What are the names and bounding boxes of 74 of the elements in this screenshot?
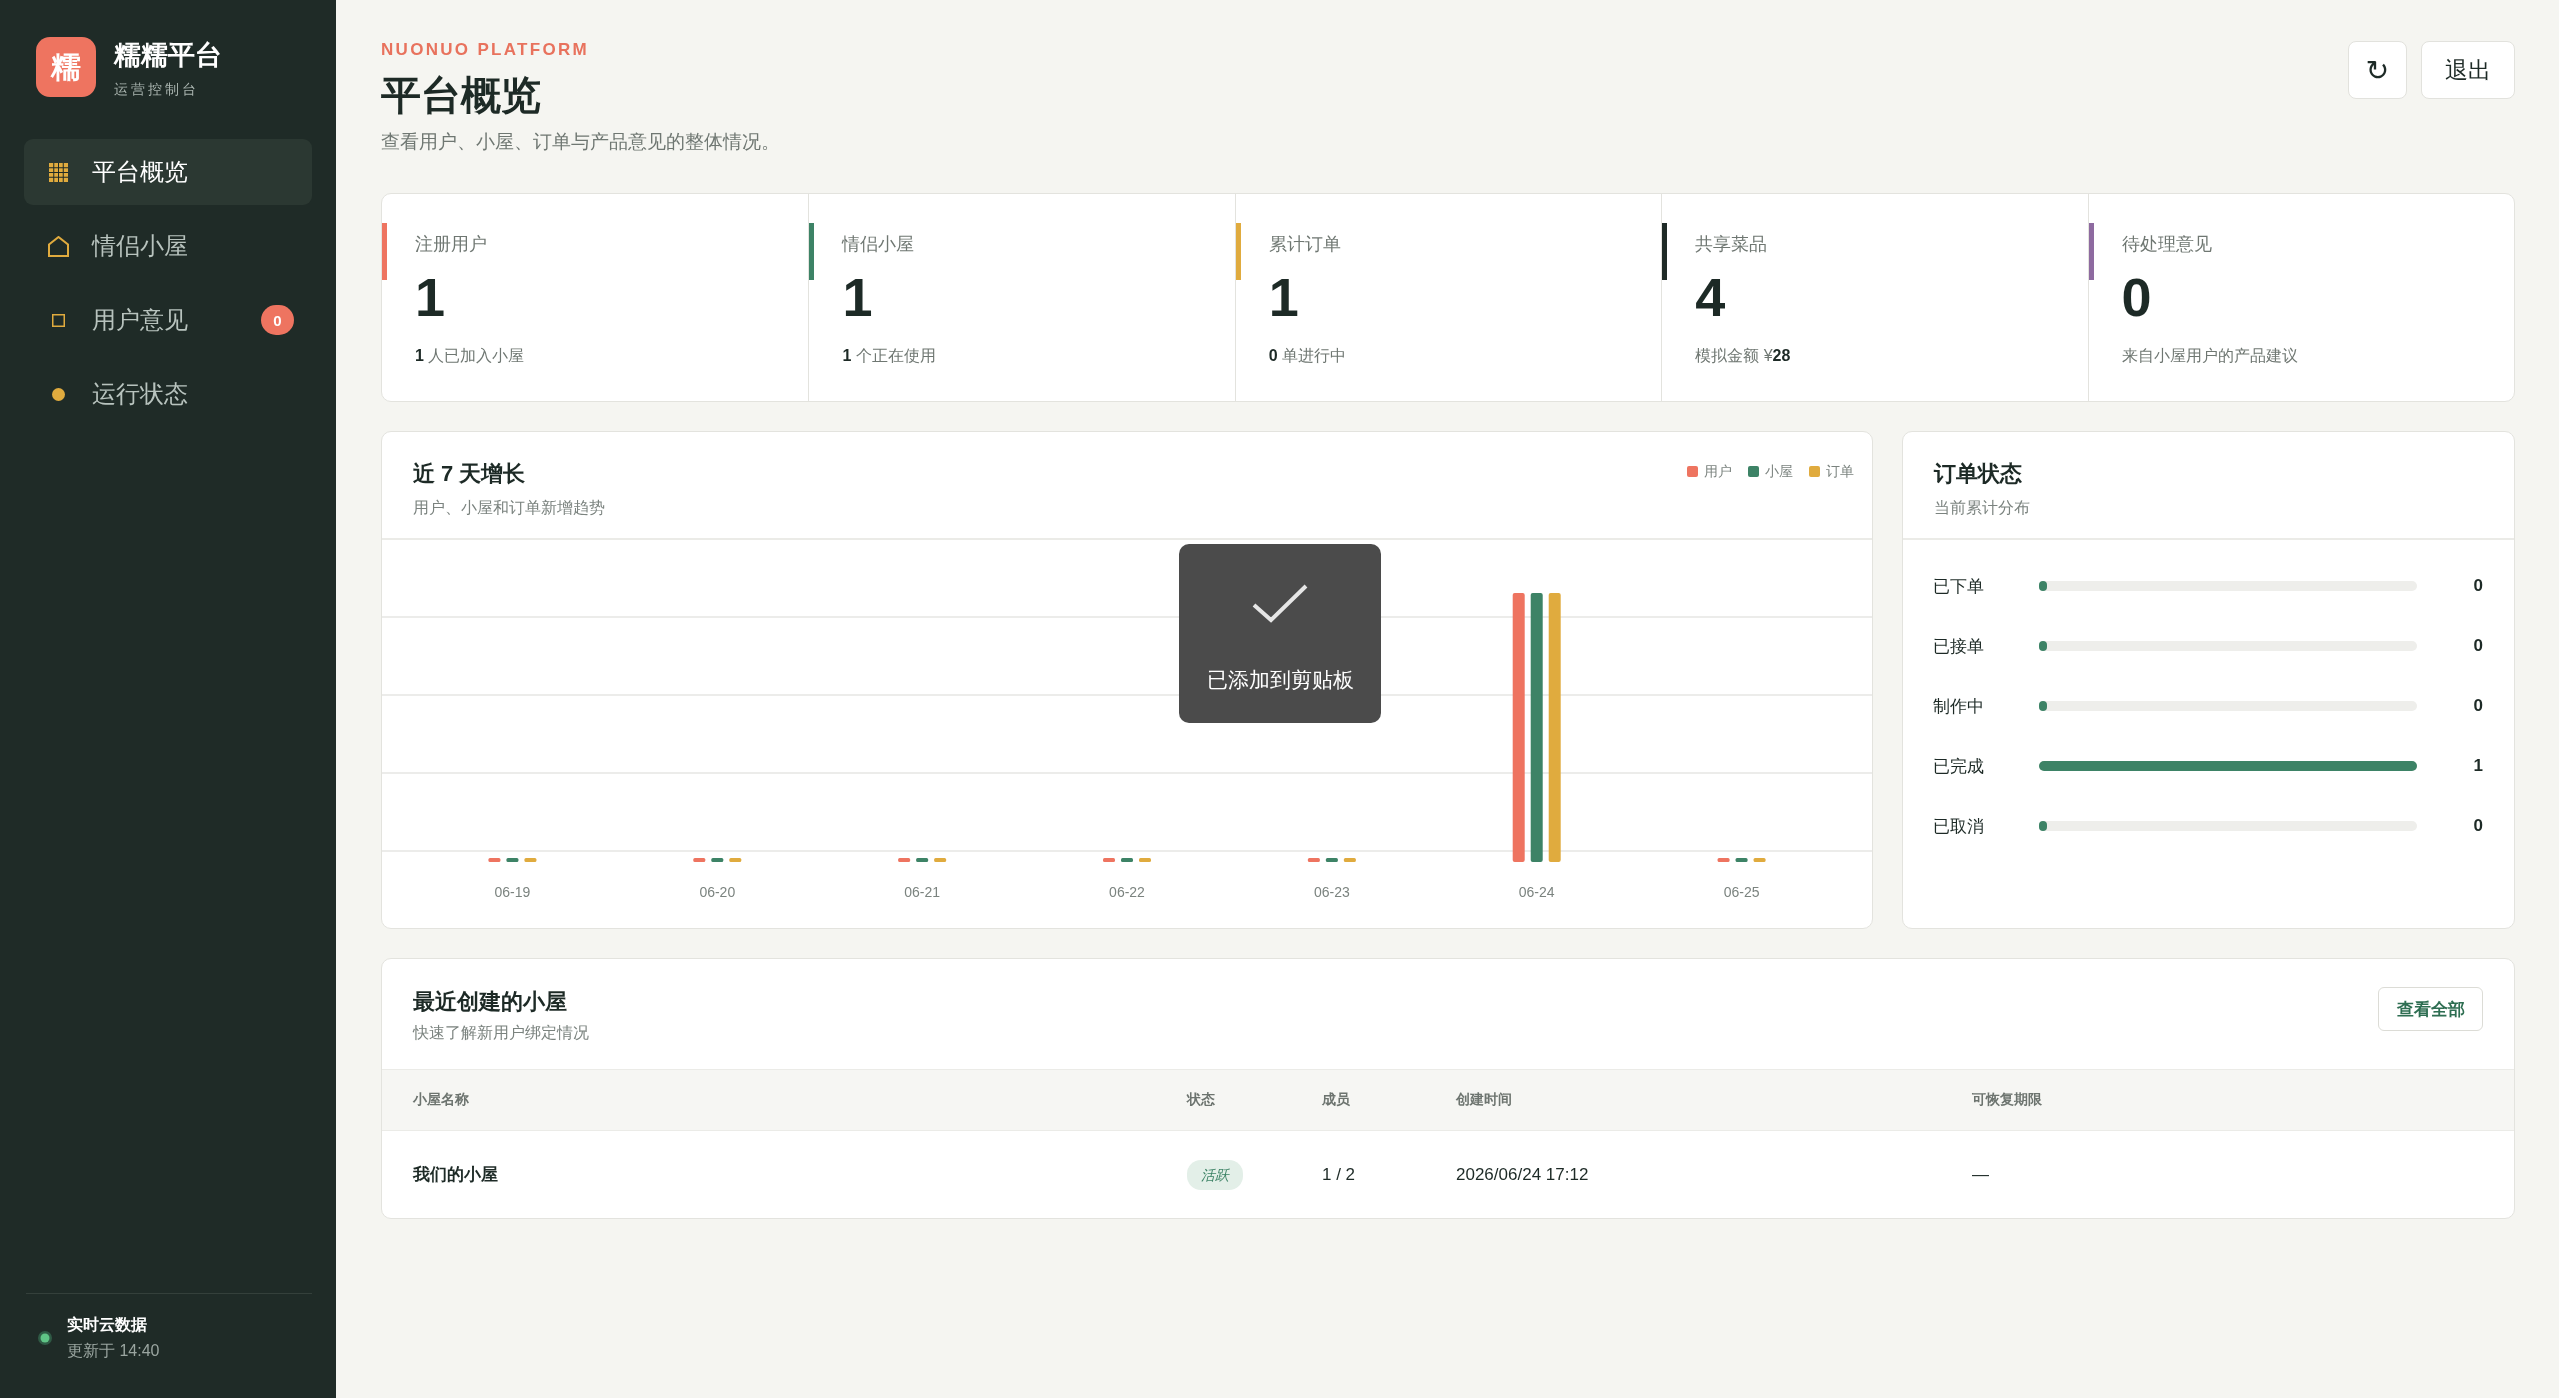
status-count: 0 xyxy=(2472,816,2483,836)
check-icon xyxy=(1252,583,1308,623)
status-tag: 活跃 xyxy=(1187,1159,1243,1190)
status-label: 已完成 xyxy=(1933,755,1985,778)
column-header: 成员 xyxy=(1322,1091,1350,1109)
status-dot-icon xyxy=(38,1331,52,1345)
status-updated: 更新于 14:40 xyxy=(67,1341,160,1361)
table-cell: 2026/06/24 17:12 xyxy=(1456,1164,1589,1185)
page-title: 平台概览 xyxy=(381,72,541,119)
stat-value: 4 xyxy=(1695,267,1726,327)
axis-label: 06-20 xyxy=(699,884,736,900)
stat-note: 来自小屋用户的产品建议 xyxy=(2121,346,2298,366)
brand-subtitle: 运营控制台 xyxy=(114,80,199,99)
dot-icon xyxy=(52,387,65,401)
house-icon xyxy=(48,235,69,257)
status-count: 0 xyxy=(2472,636,2483,656)
card-title: 近 7 天增长 xyxy=(413,460,526,488)
axis-label: 06-25 xyxy=(1723,884,1760,900)
app-logo: 糯 xyxy=(36,37,96,97)
logout-button[interactable]: 退出 xyxy=(2421,41,2515,99)
legend-label: 小屋 xyxy=(1765,462,1793,481)
axis-label: 06-23 xyxy=(1313,884,1350,900)
card-title: 最近创建的小屋 xyxy=(413,988,567,1016)
nav-item[interactable]: 运行状态 xyxy=(24,361,312,427)
status-title: 实时云数据 xyxy=(67,1315,148,1335)
column-header: 小屋名称 xyxy=(413,1091,469,1109)
column-header: 创建时间 xyxy=(1456,1091,1512,1109)
card-subtitle: 用户、小屋和订单新增趋势 xyxy=(413,498,605,518)
stat-label: 共享菜品 xyxy=(1695,233,1768,256)
column-header: 可恢复期限 xyxy=(1972,1091,2042,1109)
axis-label: 06-24 xyxy=(1518,884,1555,900)
table-cell: 1 / 2 xyxy=(1322,1164,1356,1185)
count-badge: 0 xyxy=(261,305,294,335)
stat-value: 0 xyxy=(2121,267,2152,327)
legend-label: 订单 xyxy=(1826,462,1854,481)
refresh-button[interactable]: ↻ xyxy=(2348,41,2407,99)
nav-item[interactable]: 情侣小屋 xyxy=(24,213,312,279)
eyebrow-label: NUONUO PLATFORM xyxy=(381,40,589,60)
axis-label: 06-21 xyxy=(904,884,941,900)
card-subtitle: 快速了解新用户绑定情况 xyxy=(413,1023,589,1043)
nav-item[interactable]: 用户意见 0 xyxy=(24,287,312,353)
card-title: 订单状态 xyxy=(1934,460,2022,488)
brand-title: 糯糯平台 xyxy=(114,39,222,72)
view-all-button[interactable]: 查看全部 xyxy=(2378,987,2483,1031)
table-cell: — xyxy=(1972,1164,1989,1185)
stat-value: 1 xyxy=(842,267,873,327)
stat-label: 注册用户 xyxy=(415,233,487,256)
stat-note: 1 人已加入小屋 xyxy=(415,346,525,366)
stat-label: 情侣小屋 xyxy=(842,233,915,256)
stat-note: 模拟金额 ¥28 xyxy=(1695,346,1791,366)
card-subtitle: 当前累计分布 xyxy=(1934,498,2030,518)
stat-value: 1 xyxy=(415,267,446,327)
stat-label: 待处理意见 xyxy=(2121,233,2212,256)
table-cell-text: 我们的小屋 xyxy=(413,1164,498,1186)
stat-label: 累计订单 xyxy=(1268,233,1341,256)
page-subtitle: 查看用户、小屋、订单与产品意见的整体情况。 xyxy=(381,130,780,154)
stat-value: 1 xyxy=(1268,267,1299,327)
status-label: 已取消 xyxy=(1933,815,1985,838)
status-label: 已下单 xyxy=(1933,575,1985,598)
nav-item[interactable]: 平台概览 xyxy=(24,139,312,205)
status-count: 0 xyxy=(2472,576,2483,596)
square-icon xyxy=(52,313,65,327)
grid-icon xyxy=(49,162,68,182)
status-count: 0 xyxy=(2472,696,2483,716)
axis-label: 06-19 xyxy=(494,884,531,900)
axis-label: 06-22 xyxy=(1109,884,1145,900)
stat-note: 0 单进行中 xyxy=(1268,346,1347,366)
status-label: 制作中 xyxy=(1933,695,1985,718)
toast-message: 已添加到剪贴板 xyxy=(1206,667,1354,693)
status-label: 已接单 xyxy=(1933,635,1985,658)
legend-label: 用户 xyxy=(1704,462,1732,481)
stat-note: 1 个正在使用 xyxy=(842,346,936,366)
column-header: 状态 xyxy=(1187,1091,1215,1109)
status-count: 1 xyxy=(2472,756,2483,776)
